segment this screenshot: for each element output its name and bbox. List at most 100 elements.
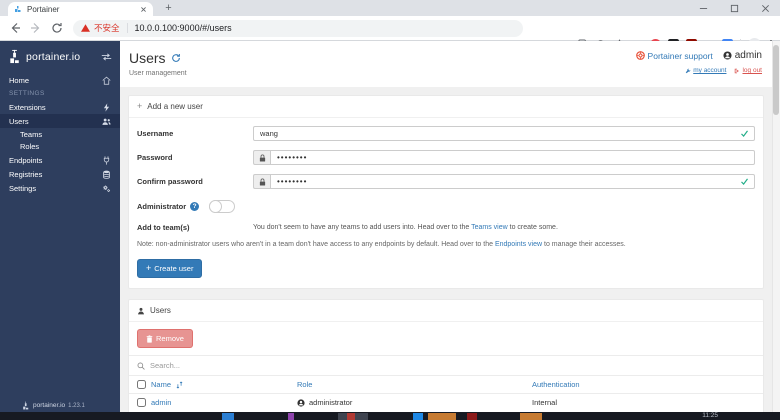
taskbar-item[interactable] (467, 413, 477, 420)
lock-addon (253, 174, 270, 189)
forward-icon[interactable] (30, 22, 42, 34)
valid-check-icon (741, 130, 748, 138)
urlbar-divider (126, 23, 128, 33)
sidebar: portainer.io Home SETTINGS Extensions Us… (0, 41, 120, 412)
role-user-icon (297, 398, 305, 407)
sidebar-item-registries[interactable]: Registries (0, 167, 120, 181)
search-input[interactable] (150, 361, 755, 370)
portainer-favicon (15, 6, 21, 12)
endpoints-view-link[interactable]: Endpoints view (495, 241, 542, 248)
help-icon[interactable] (190, 202, 200, 211)
confirm-password-row: Confirm password (137, 174, 755, 189)
add-user-widget-header: + Add a new user (129, 96, 763, 118)
sidebar-item-users[interactable]: Users (0, 114, 120, 128)
browser-tabstrip: Portainer + (0, 0, 780, 16)
taskbar-item[interactable] (413, 413, 423, 420)
create-user-button[interactable]: + Create user (137, 259, 203, 278)
taskbar-clock: 11:25 (702, 412, 718, 419)
portainer-app: portainer.io Home SETTINGS Extensions Us… (0, 41, 780, 420)
tab-title: Portainer (27, 4, 60, 14)
user-role: administrator (309, 398, 353, 407)
database-icon (103, 170, 110, 179)
confirm-password-input[interactable] (270, 174, 755, 189)
window-controls (699, 0, 774, 16)
browser-tab[interactable]: Portainer (8, 2, 153, 16)
scrollbar-thumb[interactable] (773, 45, 779, 115)
column-authentication[interactable]: Authentication (532, 380, 755, 389)
not-secure-label[interactable]: 不安全 (94, 22, 120, 34)
account-links: my account log out (685, 67, 762, 74)
page-scrollbar[interactable] (772, 41, 780, 412)
current-user[interactable]: admin (723, 50, 762, 61)
taskbar-item[interactable] (428, 413, 456, 420)
not-secure-warning-icon[interactable] (81, 24, 90, 32)
password-input[interactable] (270, 150, 755, 165)
username-label: Username (137, 129, 174, 138)
sidebar-item-label: Settings (9, 183, 37, 193)
user-icon (138, 307, 144, 314)
remove-button[interactable]: Remove (137, 329, 193, 348)
sidebar-item-label: Endpoints (9, 155, 43, 165)
address-bar[interactable]: 不安全 10.0.0.100:9000/#/users (73, 19, 523, 37)
browser-window: Portainer + 不安全 10.0.0.100:9000/#/users (0, 0, 780, 420)
minimize-icon[interactable] (699, 4, 708, 13)
sidebar-item-label: Teams (20, 129, 43, 139)
maximize-icon[interactable] (730, 4, 739, 13)
log-out-link[interactable]: log out (734, 67, 762, 74)
teams-helper-text: You don't seem to have any teams to add … (253, 224, 558, 231)
taskbar-item[interactable] (222, 413, 234, 420)
search-icon (137, 362, 145, 370)
portainer-footer-logo-icon (23, 401, 29, 410)
sort-icon[interactable] (176, 381, 183, 389)
portainer-support-link[interactable]: Portainer support (635, 51, 713, 61)
valid-check-icon (741, 178, 748, 186)
tab-close-icon[interactable] (140, 6, 147, 13)
select-all-checkbox[interactable] (137, 380, 146, 389)
taskbar-item[interactable] (520, 413, 542, 420)
username-row: Username (137, 126, 755, 141)
sidebar-logo[interactable]: portainer.io (0, 41, 120, 73)
users-table-header: Users (129, 300, 763, 322)
column-role[interactable]: Role (297, 380, 532, 389)
plus-icon: + (146, 263, 152, 273)
sidebar-item-roles[interactable]: Roles (0, 141, 120, 154)
sidebar-item-label: Roles (20, 142, 40, 152)
page-title: Users (129, 50, 166, 66)
windows-taskbar: 11:25 (0, 412, 780, 420)
main-area: Users User management Portainer support … (120, 41, 780, 420)
users-table-title: Users (150, 306, 171, 315)
plug-icon (103, 155, 110, 165)
administrator-label: Administrator (137, 202, 187, 211)
administrator-toggle[interactable] (209, 200, 236, 213)
sidebar-item-home[interactable]: Home (0, 73, 120, 87)
url-text[interactable]: 10.0.0.100:9000/#/users (135, 23, 232, 33)
page-header: Users User management Portainer support … (120, 41, 780, 87)
refresh-icon[interactable] (171, 53, 181, 63)
sidebar-item-endpoints[interactable]: Endpoints (0, 153, 120, 167)
my-account-link[interactable]: my account (685, 67, 726, 74)
reload-icon[interactable] (51, 22, 63, 34)
add-user-title: Add a new user (147, 102, 203, 111)
page-title-row: Users (129, 50, 181, 66)
username-input[interactable] (253, 126, 755, 141)
lock-addon (253, 150, 270, 165)
teams-view-link[interactable]: Teams view (471, 224, 508, 231)
new-tab-button[interactable]: + (163, 3, 174, 14)
close-icon[interactable] (761, 4, 770, 13)
table-actions: Remove (129, 322, 763, 355)
sidebar-item-settings[interactable]: Settings (0, 181, 120, 195)
sidebar-item-label: Home (9, 75, 30, 85)
home-icon (102, 76, 111, 85)
taskbar-item[interactable] (288, 413, 294, 420)
users-table-widget: Users Remove Search... Name Role Authent… (128, 299, 764, 420)
sidebar-logo-text: portainer.io (26, 50, 81, 63)
sidebar-item-teams[interactable]: Teams (0, 128, 120, 141)
password-label: Password (137, 153, 173, 162)
back-icon[interactable] (9, 22, 21, 34)
row-checkbox[interactable] (137, 398, 146, 407)
user-name-link[interactable]: admin (151, 398, 171, 407)
taskbar-item[interactable] (347, 413, 355, 420)
sidebar-item-extensions[interactable]: Extensions (0, 100, 120, 114)
sidebar-collapse-icon[interactable] (101, 52, 112, 62)
column-name[interactable]: Name (151, 380, 171, 389)
